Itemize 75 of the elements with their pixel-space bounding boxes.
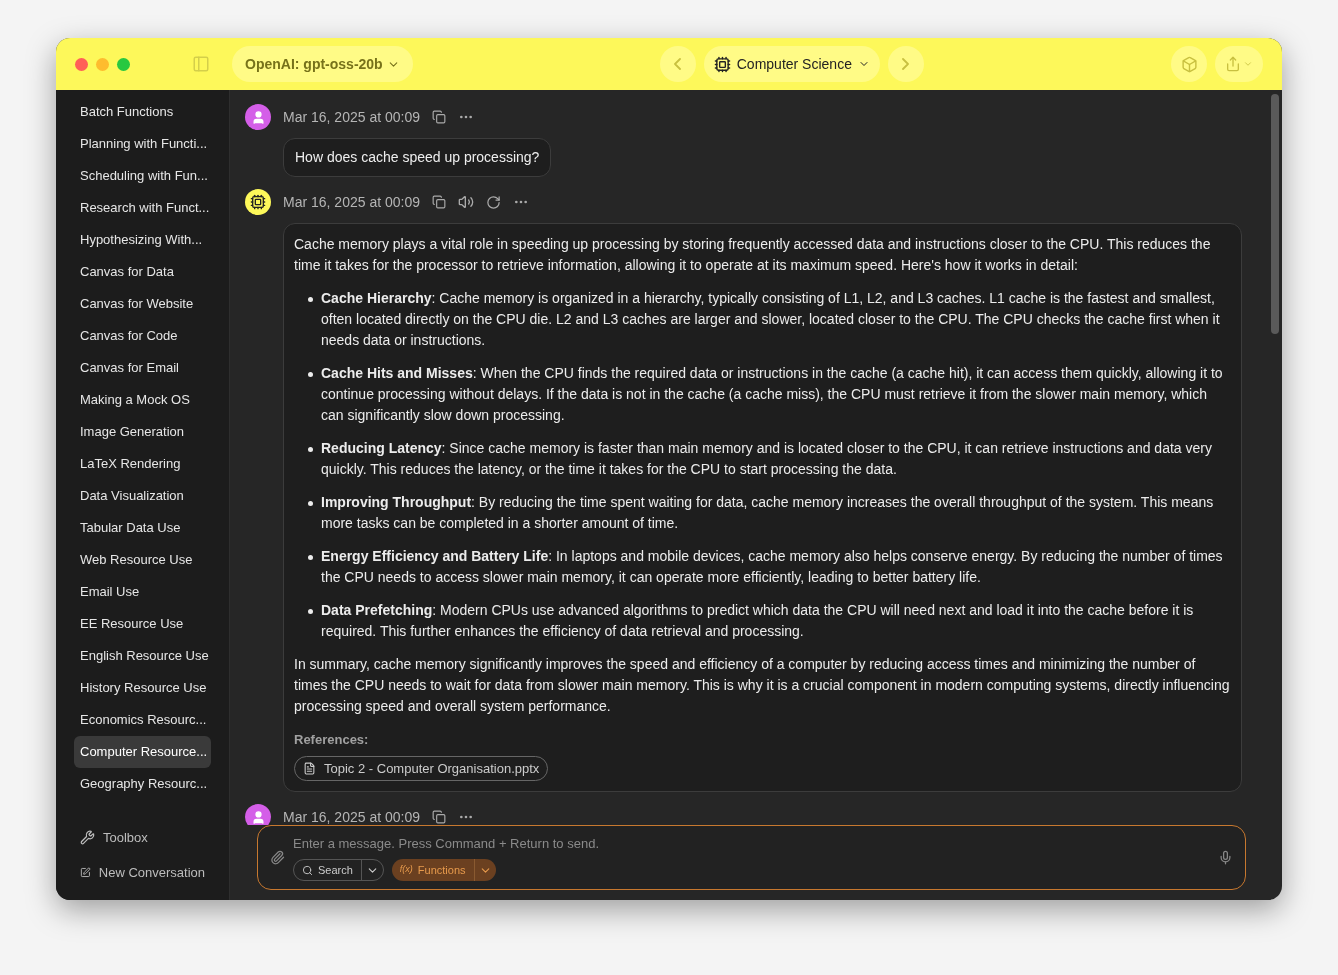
message-timestamp: Mar 16, 2025 at 00:09 — [283, 192, 420, 212]
sidebar-item[interactable]: Tabular Data Use — [74, 512, 211, 544]
compose-icon — [80, 865, 91, 880]
tool-toggle[interactable]: f(x) Functions — [391, 859, 496, 881]
bullet-icon — [308, 555, 313, 560]
sidebar-footer-item[interactable]: Toolbox — [74, 820, 211, 855]
assistant-avatar — [245, 189, 271, 215]
sidebar-item[interactable]: Canvas for Email — [74, 352, 211, 384]
user-avatar — [245, 804, 271, 825]
bullet-icon — [308, 609, 313, 614]
sidebar-item[interactable]: English Resource Use — [74, 640, 211, 672]
sidebar-item[interactable]: Image Generation — [74, 416, 211, 448]
bullet-text: Improving Throughput: By reducing the time spent waiting for data, cache memory increases the overall throughput of the system. This means more tasks can be completed in a shorter amount of time. — [321, 493, 1215, 533]
chevron-left-icon — [674, 58, 682, 70]
sidebar-item[interactable]: LaTeX Rendering — [74, 448, 211, 480]
caret-icon — [1243, 59, 1253, 69]
bullet-icon — [308, 447, 313, 452]
sidebar-item[interactable]: Batch Functions — [74, 96, 211, 128]
scrollbar-thumb[interactable] — [1271, 94, 1279, 334]
intro-paragraph: Cache memory plays a vital role in speeding up processing by storing frequently accessed data and instructions closer to the CPU. This reduces the time it takes for the processor to retrieve information, allowing it to operate at its maximum speed. Here's how it works in detail: — [294, 235, 1212, 275]
bullet-text: Cache Hierarchy: Cache memory is organized in a hierarchy, typically consisting of L1, L2, and L3 caches. L1 cache is the fastest and smallest, often located directly on the CPU die. L2 and L3 caches are larger and slower, located closer to the CPU. The CPU checks the cache first when it needs data or instructions. — [321, 289, 1221, 350]
bullet-text: Energy Efficiency and Battery Life: In laptops and mobile devices, cache memory also helps conserve energy. By reducing the number of times the CPU needs to access slower main memory, it can operate more efficiently, leading to better battery life. — [321, 547, 1224, 587]
references-label: References: — [294, 731, 369, 749]
sidebar-footer-item[interactable]: New Conversation — [74, 855, 211, 890]
tool-label: Search — [318, 862, 353, 878]
message-timestamp: Mar 16, 2025 at 00:09 — [283, 107, 420, 127]
sidebar-item[interactable]: Canvas for Data — [74, 256, 211, 288]
bullet-icon — [308, 297, 313, 302]
sidebar-toggle-icon[interactable] — [192, 55, 210, 73]
attach-icon[interactable] — [270, 849, 285, 865]
microphone-icon[interactable] — [1218, 849, 1233, 865]
speaker-icon[interactable] — [458, 194, 474, 210]
copy-icon[interactable] — [432, 110, 446, 124]
bullet-text: Cache Hits and Misses: When the CPU finds the required data or instructions in the cache (a cache hit), it can access them quickly, allowing it to continue processing without delays. If the data is not in the cache (a cache miss), the CPU must retrieve it from the slower main memory, which can significantly slow down processing. — [321, 364, 1224, 425]
regenerate-icon[interactable] — [486, 194, 501, 210]
wrench-icon — [80, 830, 95, 845]
bullet-text: Reducing Latency: Since cache memory is faster than main memory and is located closer to the CPU, it can retrieve instructions and data very quickly. This reduces the latency, or the time it takes for the CPU to start processing the data. — [321, 439, 1213, 479]
model-selector[interactable]: OpenAI: gpt-oss-20b — [232, 46, 413, 82]
sidebar-item[interactable]: Canvas for Code — [74, 320, 211, 352]
copy-icon[interactable] — [432, 810, 446, 824]
search-icon — [302, 864, 313, 876]
document-icon — [303, 762, 316, 775]
share-icon — [1225, 56, 1241, 72]
close-icon[interactable] — [75, 57, 88, 71]
sidebar-item[interactable]: Web Resource Use — [74, 544, 211, 576]
sidebar-item[interactable]: Research with Funct... — [74, 192, 211, 224]
sidebar-item[interactable]: History Resource Use — [74, 672, 211, 704]
tool-label: Functions — [417, 862, 466, 878]
bullet-icon — [308, 501, 313, 506]
sidebar-item[interactable]: Planning with Functi... — [74, 128, 211, 160]
sidebar-item[interactable]: Computer Resource... — [74, 736, 211, 768]
sidebar-item[interactable]: Economics Resourc... — [74, 704, 211, 736]
message-composer[interactable]: Enter a message. Press Command + Return to send. Search f(x) Functions — [257, 824, 1246, 890]
footer-label: Toolbox — [103, 828, 148, 847]
sidebar-item[interactable]: Canvas for Website — [74, 288, 211, 320]
user-message: How does cache speed up processing? — [283, 138, 552, 177]
sidebar-item[interactable]: Geography Resourc... — [74, 768, 211, 800]
bullet-text: Data Prefetching: Modern CPUs use advanced algorithms to predict which data the CPU will need next and load it into the cache before it is required. This further enhances the efficiency of data retrieval and processing. — [321, 601, 1195, 641]
user-avatar — [245, 104, 271, 130]
cube-icon — [1180, 55, 1198, 73]
sidebar-item[interactable]: Scheduling with Fun... — [74, 160, 211, 192]
chevron-right-icon — [902, 58, 910, 70]
sidebar-item[interactable]: EE Resource Use — [74, 608, 211, 640]
sidebar-item[interactable]: Making a Mock OS — [74, 384, 211, 416]
sidebar-item[interactable]: Hypothesizing With... — [74, 224, 211, 256]
chip-icon — [713, 55, 731, 73]
footer-label: New Conversation — [98, 863, 205, 882]
message-timestamp: Mar 16, 2025 at 00:09 — [283, 807, 420, 825]
copy-icon[interactable] — [432, 195, 446, 209]
function-icon: f(x) — [399, 863, 413, 877]
bullet-icon — [308, 372, 313, 377]
topic-selector[interactable]: Computer Science — [703, 46, 880, 82]
sidebar-item[interactable]: Email Use — [74, 576, 211, 608]
sidebar-item[interactable]: Data Visualization — [74, 480, 211, 512]
summary-paragraph: In summary, cache memory significantly improves the speed and efficiency of a computer by reducing access times and minimizing the number of times the CPU needs to wait for data from slower main memory. This is why it is a crucial component in modern computing systems, directly influencing processing speed and overall system performance. — [294, 655, 1231, 716]
